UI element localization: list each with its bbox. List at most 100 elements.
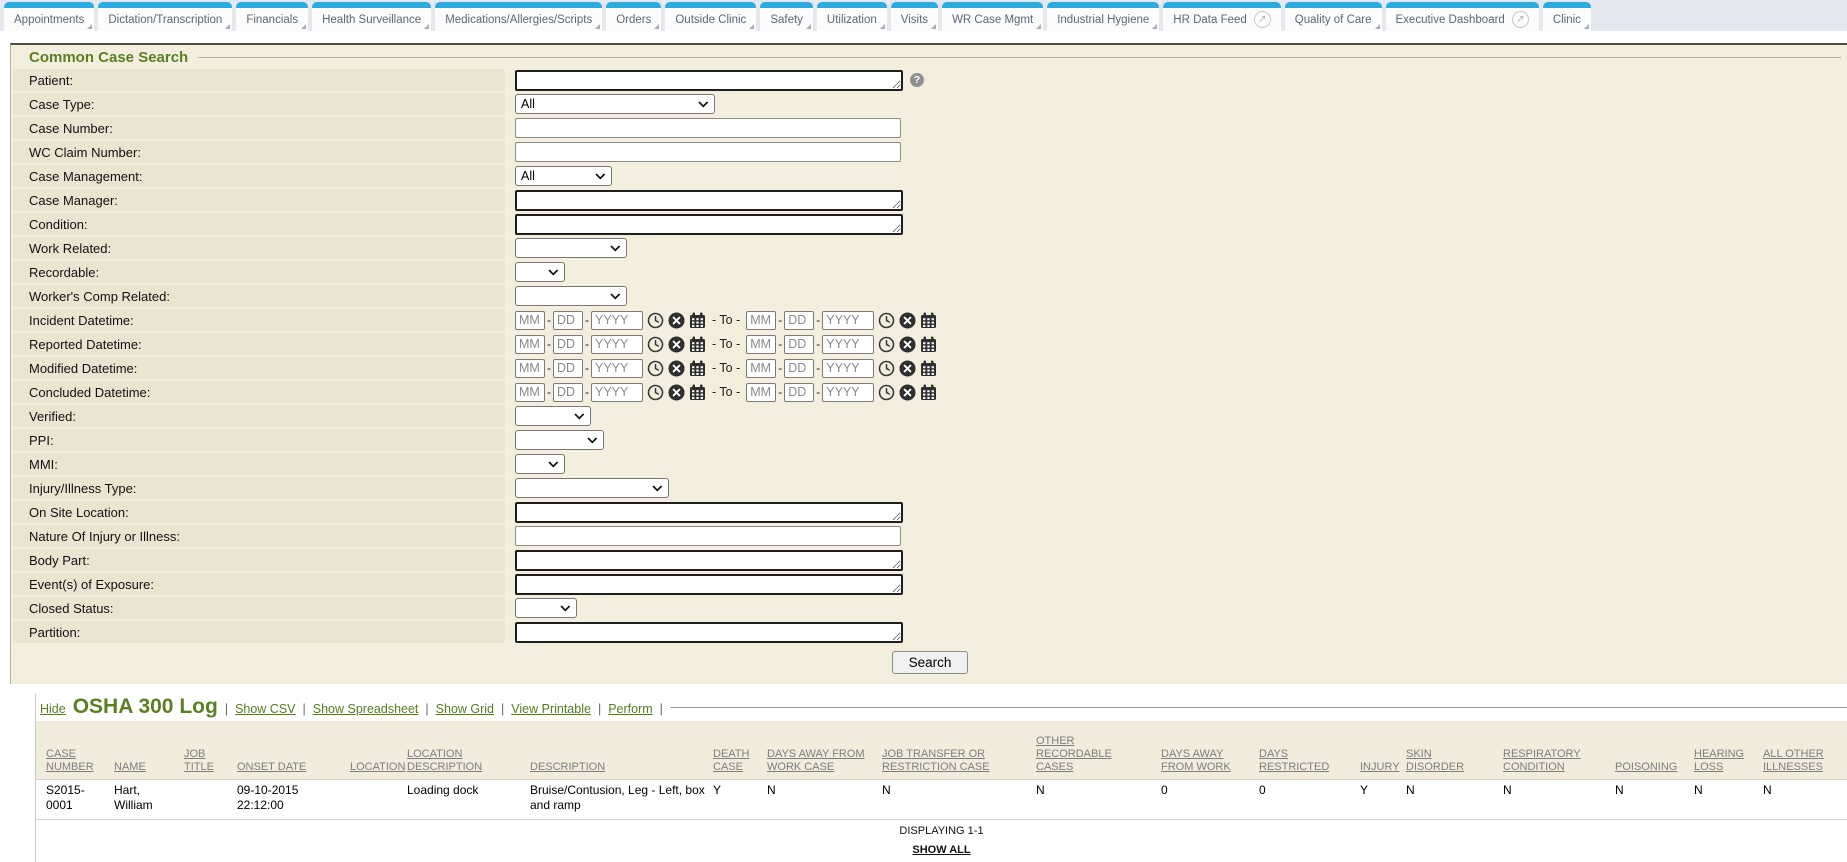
condition-input[interactable] xyxy=(515,214,903,235)
concluded-datetime-to-month-input[interactable] xyxy=(746,383,776,402)
column-header-onset-date[interactable]: ONSET DATE xyxy=(237,721,350,780)
reported-datetime-from-day-input[interactable] xyxy=(553,335,583,354)
tab-outside-clinic[interactable]: Outside Clinic xyxy=(665,2,756,31)
tab-wr-case-mgmt[interactable]: WR Case Mgmt xyxy=(942,2,1043,31)
tab-industrial-hygiene[interactable]: Industrial Hygiene xyxy=(1047,2,1159,31)
case-type-select[interactable]: All xyxy=(515,94,715,114)
patient-input[interactable] xyxy=(515,70,903,91)
modified-datetime-to-day-input[interactable] xyxy=(784,359,814,378)
tab-financials[interactable]: Financials xyxy=(236,2,308,31)
injury-illness-type-select[interactable] xyxy=(515,478,669,498)
clock-icon[interactable] xyxy=(878,360,895,377)
reported-datetime-to-day-input[interactable] xyxy=(784,335,814,354)
calendar-icon[interactable] xyxy=(920,384,937,401)
tab-dictation-transcription[interactable]: Dictation/Transcription xyxy=(98,2,232,31)
modified-datetime-to-year-input[interactable] xyxy=(822,359,874,378)
perform-link[interactable]: Perform xyxy=(608,702,652,716)
concluded-datetime-from-month-input[interactable] xyxy=(515,383,545,402)
column-header-days-away-from-work[interactable]: DAYS AWAY FROM WORK xyxy=(1161,721,1259,780)
reported-datetime-to-year-input[interactable] xyxy=(822,335,874,354)
verified-select[interactable] xyxy=(515,406,591,426)
nature-of-injury-or-illness-input[interactable] xyxy=(515,526,901,546)
worker-s-comp-related-select[interactable] xyxy=(515,286,627,306)
calendar-icon[interactable] xyxy=(920,360,937,377)
body-part-input[interactable] xyxy=(515,550,903,571)
concluded-datetime-from-day-input[interactable] xyxy=(553,383,583,402)
column-header-name[interactable]: NAME xyxy=(114,721,184,780)
clock-icon[interactable] xyxy=(878,336,895,353)
column-header-location-description[interactable]: LOCATION DESCRIPTION xyxy=(407,721,530,780)
incident-datetime-to-year-input[interactable] xyxy=(822,311,874,330)
reported-datetime-to-month-input[interactable] xyxy=(746,335,776,354)
recordable-select[interactable] xyxy=(515,262,565,282)
tab-appointments[interactable]: Appointments xyxy=(4,2,94,31)
reported-datetime-from-month-input[interactable] xyxy=(515,335,545,354)
calendar-icon[interactable] xyxy=(920,336,937,353)
clock-icon[interactable] xyxy=(647,336,664,353)
tab-hr-data-feed[interactable]: HR Data Feed↗ xyxy=(1163,2,1281,31)
tab-orders[interactable]: Orders xyxy=(606,2,661,31)
partition-input[interactable] xyxy=(515,622,903,643)
modified-datetime-to-month-input[interactable] xyxy=(746,359,776,378)
concluded-datetime-to-day-input[interactable] xyxy=(784,383,814,402)
help-icon[interactable]: ? xyxy=(910,73,924,87)
incident-datetime-from-year-input[interactable] xyxy=(591,311,643,330)
column-header-location[interactable]: LOCATION xyxy=(350,721,407,780)
column-header-poisoning[interactable]: POISONING xyxy=(1615,721,1694,780)
tab-clinic[interactable]: Clinic xyxy=(1543,2,1591,31)
modified-datetime-from-day-input[interactable] xyxy=(553,359,583,378)
clear-icon[interactable] xyxy=(668,336,685,353)
column-header-injury[interactable]: INJURY xyxy=(1360,721,1406,780)
calendar-icon[interactable] xyxy=(689,360,706,377)
incident-datetime-from-day-input[interactable] xyxy=(553,311,583,330)
show-spreadsheet-link[interactable]: Show Spreadsheet xyxy=(313,702,419,716)
calendar-icon[interactable] xyxy=(689,336,706,353)
case-management-select[interactable]: All xyxy=(515,166,612,186)
clear-icon[interactable] xyxy=(899,336,916,353)
column-header-skin-disorder[interactable]: SKIN DISORDER xyxy=(1406,721,1503,780)
clock-icon[interactable] xyxy=(647,360,664,377)
closed-status-select[interactable] xyxy=(515,598,577,618)
view-printable-link[interactable]: View Printable xyxy=(511,702,591,716)
column-header-other-recordable-cases[interactable]: OTHER RECORDABLE CASES xyxy=(1036,721,1161,780)
calendar-icon[interactable] xyxy=(689,384,706,401)
calendar-icon[interactable] xyxy=(689,312,706,329)
column-header-days-away-from-work-case[interactable]: DAYS AWAY FROM WORK CASE xyxy=(767,721,882,780)
column-header-respiratory-condition[interactable]: RESPIRATORY CONDITION xyxy=(1503,721,1615,780)
work-related-select[interactable] xyxy=(515,238,627,258)
case-number-input[interactable] xyxy=(515,118,901,138)
tab-visits[interactable]: Visits xyxy=(891,2,938,31)
clear-icon[interactable] xyxy=(899,312,916,329)
column-header-case-number[interactable]: CASE NUMBER xyxy=(36,721,114,780)
show-grid-link[interactable]: Show Grid xyxy=(436,702,494,716)
clear-icon[interactable] xyxy=(668,360,685,377)
tab-medications-allergies-scripts[interactable]: Medications/Allergies/Scripts xyxy=(435,2,602,31)
wc-claim-number-input[interactable] xyxy=(515,142,901,162)
ppi-select[interactable] xyxy=(515,430,604,450)
column-header-all-other-illnesses[interactable]: ALL OTHER ILLNESSES xyxy=(1763,721,1847,780)
column-header-days-restricted[interactable]: DAYS RESTRICTED xyxy=(1259,721,1360,780)
incident-datetime-to-day-input[interactable] xyxy=(784,311,814,330)
tab-executive-dashboard[interactable]: Executive Dashboard↗ xyxy=(1386,2,1539,31)
concluded-datetime-to-year-input[interactable] xyxy=(822,383,874,402)
clear-icon[interactable] xyxy=(899,360,916,377)
reported-datetime-from-year-input[interactable] xyxy=(591,335,643,354)
tab-utilization[interactable]: Utilization xyxy=(817,2,887,31)
clock-icon[interactable] xyxy=(647,384,664,401)
incident-datetime-to-month-input[interactable] xyxy=(746,311,776,330)
tab-health-surveillance[interactable]: Health Surveillance xyxy=(312,2,431,31)
hide-link[interactable]: Hide xyxy=(40,702,66,716)
column-header-description[interactable]: DESCRIPTION xyxy=(530,721,713,780)
column-header-death-case[interactable]: DEATH CASE xyxy=(713,721,767,780)
incident-datetime-from-month-input[interactable] xyxy=(515,311,545,330)
clock-icon[interactable] xyxy=(647,312,664,329)
mmi-select[interactable] xyxy=(515,454,565,474)
on-site-location-input[interactable] xyxy=(515,502,903,523)
search-button[interactable]: Search xyxy=(892,651,969,674)
concluded-datetime-from-year-input[interactable] xyxy=(591,383,643,402)
show-all-link[interactable]: SHOW ALL xyxy=(912,844,970,856)
column-header-job-title[interactable]: JOB TITLE xyxy=(184,721,237,780)
clear-icon[interactable] xyxy=(899,384,916,401)
modified-datetime-from-year-input[interactable] xyxy=(591,359,643,378)
event-s-of-exposure-input[interactable] xyxy=(515,574,903,595)
